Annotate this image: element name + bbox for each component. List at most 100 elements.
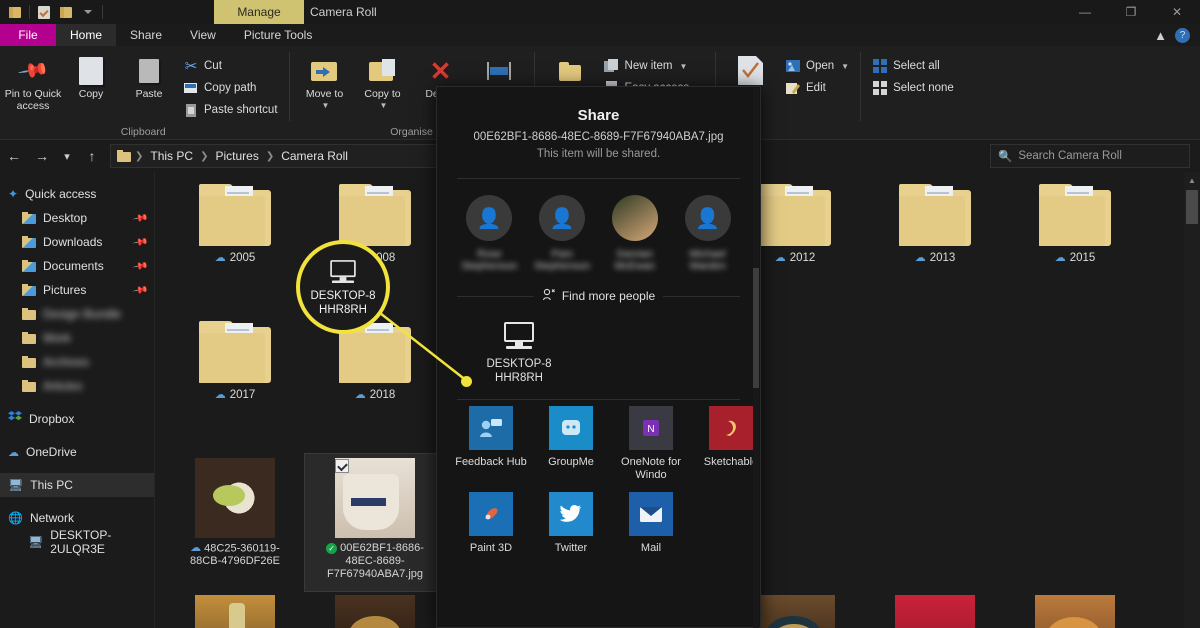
vertical-scrollbar[interactable]: ▲ bbox=[1184, 172, 1200, 628]
edit-button[interactable]: Edit bbox=[780, 77, 854, 99]
pin-icon[interactable]: 📌 bbox=[132, 282, 149, 298]
cut-button[interactable]: ✂ Cut bbox=[178, 55, 283, 77]
sidebar-item-folder-5[interactable]: Design Bundle bbox=[0, 302, 154, 326]
sidebar-item-pictures[interactable]: Pictures 📌 bbox=[0, 278, 154, 302]
sidebar-item-folder-6[interactable]: Work bbox=[0, 326, 154, 350]
properties-check-icon[interactable] bbox=[33, 1, 55, 23]
tab-view[interactable]: View bbox=[176, 24, 230, 46]
folder-label: 2005 bbox=[229, 251, 256, 264]
new-item-button[interactable]: New item ▼ bbox=[599, 55, 709, 77]
contact-item[interactable]: Damian McEwan bbox=[602, 195, 668, 272]
share-devices[interactable]: DESKTOP-8 HHR8RH bbox=[437, 304, 760, 385]
folder-item[interactable]: ☁ 2013 bbox=[865, 180, 1005, 317]
divider bbox=[102, 5, 103, 19]
tab-file[interactable]: File bbox=[0, 24, 56, 46]
folder-item[interactable]: ☁ 2005 bbox=[165, 180, 305, 317]
breadcrumb-this-pc[interactable]: This PC bbox=[147, 149, 196, 163]
sidebar-item-folder-8[interactable]: Articles bbox=[0, 374, 154, 398]
share-apps-row1[interactable]: Feedback Hub GroupMe N OneNote for Windo… bbox=[437, 400, 760, 482]
app-item-twitter[interactable]: Twitter bbox=[531, 492, 611, 555]
quick-access-toolbar[interactable] bbox=[0, 0, 106, 24]
file-item[interactable]: ☁0B9F11B4-E65E-48F8-8A14-F605C193D1F5.jp… bbox=[165, 591, 305, 628]
window-controls[interactable]: — ❐ ✕ bbox=[1062, 0, 1200, 24]
scrollbar-thumb[interactable] bbox=[753, 268, 759, 388]
folder-item[interactable]: ☁ 2018 bbox=[305, 317, 445, 454]
back-arrow-icon[interactable]: ← bbox=[0, 142, 28, 170]
ribbon-tab-strip[interactable]: File Home Share View Picture Tools ▲ ? bbox=[0, 24, 1200, 46]
up-arrow-icon[interactable]: ↑ bbox=[78, 142, 106, 170]
sidebar-item-quick-access[interactable]: ✦ Quick access bbox=[0, 182, 154, 206]
breadcrumb-camera-roll[interactable]: Camera Roll bbox=[278, 149, 351, 163]
folder-item[interactable]: ☁ 2017 bbox=[165, 317, 305, 454]
chevron-up-icon[interactable]: ▲ bbox=[1154, 28, 1167, 43]
minimize-button[interactable]: — bbox=[1062, 0, 1108, 24]
open-button[interactable]: Open ▼ bbox=[780, 55, 854, 77]
share-apps-row2[interactable]: Paint 3D Twitter Mail bbox=[437, 482, 760, 555]
paste-shortcut-button[interactable]: Paste shortcut bbox=[178, 99, 283, 121]
contact-item[interactable]: 👤 Michael Warden bbox=[675, 195, 741, 272]
file-item[interactable]: ☁0EAFA0F9-B2E3-424F-958C-55FD3889ABB3.jp… bbox=[1005, 591, 1145, 628]
maximize-button[interactable]: ❐ bbox=[1108, 0, 1154, 24]
selection-checkbox[interactable] bbox=[335, 459, 349, 473]
app-item-mail[interactable]: Mail bbox=[611, 492, 691, 555]
sidebar-item-this-pc[interactable]: 🖥 This PC bbox=[0, 473, 154, 497]
new-folder-icon[interactable] bbox=[55, 1, 77, 23]
help-icon[interactable]: ? bbox=[1175, 27, 1190, 43]
file-item-selected[interactable]: ✓ 00E62BF1-8686-48EC-8689-F7F67940ABA7.jp… bbox=[304, 453, 446, 592]
copy-button[interactable]: Copy bbox=[62, 52, 120, 100]
contact-item[interactable]: 👤 Rose Stephenson bbox=[456, 195, 522, 272]
file-item[interactable]: ☁0B682A30-991C-4306-A82A-D005EA8A0A26.jp… bbox=[305, 591, 445, 628]
sidebar-item-dropbox[interactable]: Dropbox bbox=[0, 407, 154, 431]
close-button[interactable]: ✕ bbox=[1154, 0, 1200, 24]
sidebar-item-folder-7[interactable]: Archives bbox=[0, 350, 154, 374]
tab-share[interactable]: Share bbox=[116, 24, 176, 46]
tab-manage[interactable]: Manage bbox=[214, 0, 304, 24]
folder-icon[interactable] bbox=[4, 1, 26, 23]
app-item-sketchable[interactable]: Sketchable bbox=[691, 406, 771, 482]
paste-button[interactable]: Paste bbox=[120, 52, 178, 100]
properties-button[interactable] bbox=[722, 52, 780, 88]
new-folder-button[interactable] bbox=[541, 52, 599, 88]
folder-item[interactable]: ☁ 2015 bbox=[1005, 180, 1145, 317]
device-item[interactable]: DESKTOP-8 HHR8RH bbox=[473, 322, 565, 385]
tab-home[interactable]: Home bbox=[56, 24, 117, 46]
share-flyout[interactable]: Share 00E62BF1-8686-48EC-8689-F7F67940AB… bbox=[436, 86, 761, 628]
app-item-feedback-hub[interactable]: Feedback Hub bbox=[451, 406, 531, 482]
copy-path-button[interactable]: Copy path bbox=[178, 77, 283, 99]
pin-icon[interactable]: 📌 bbox=[132, 210, 149, 226]
pin-icon[interactable]: 📌 bbox=[132, 258, 149, 274]
find-more-people-row[interactable]: Find more people bbox=[437, 288, 760, 304]
customize-caret-icon[interactable] bbox=[77, 1, 99, 23]
copy-to-button[interactable]: Copy to ▼ bbox=[354, 52, 412, 112]
contact-item[interactable]: 👤 Pam Stephenson bbox=[529, 195, 595, 272]
tab-picture-tools[interactable]: Picture Tools bbox=[230, 24, 326, 46]
sidebar-item-label: Network bbox=[29, 511, 74, 525]
sidebar-item-network[interactable]: 🌐 Network bbox=[0, 506, 154, 530]
file-item[interactable]: ☁ 48C25-360119-88CB-4796DF26E bbox=[165, 454, 305, 591]
sidebar-item-label: DESKTOP-2ULQR3E bbox=[50, 528, 112, 556]
sidebar-item-downloads[interactable]: Downloads 📌 bbox=[0, 230, 154, 254]
search-input[interactable]: 🔍 Search Camera Roll bbox=[990, 144, 1190, 168]
recent-locations-icon[interactable]: ▾ bbox=[56, 142, 78, 170]
scroll-up-icon[interactable]: ▲ bbox=[1184, 172, 1200, 188]
sidebar-item-desktop-2ulqr3e[interactable]: 🖥 DESKTOP-2ULQR3E bbox=[0, 528, 154, 556]
navigation-pane[interactable]: ✦ Quick access Desktop 📌 Downloads 📌 Doc… bbox=[0, 172, 155, 628]
sidebar-item-documents[interactable]: Documents 📌 bbox=[0, 254, 154, 278]
forward-arrow-icon[interactable]: → bbox=[28, 142, 56, 170]
pin-to-quick-access-button[interactable]: 📌 Pin to Quick access bbox=[4, 52, 62, 112]
scrollbar-thumb[interactable] bbox=[1186, 190, 1198, 224]
thumbnail bbox=[895, 595, 975, 628]
app-item-onenote[interactable]: N OneNote for Windo bbox=[611, 406, 691, 482]
file-item[interactable]: ☁👤0E6CEF90-F81D-4860-9A7C-D489C0A34633.j… bbox=[865, 591, 1005, 628]
move-to-button[interactable]: Move to ▼ bbox=[296, 52, 354, 112]
sidebar-item-desktop[interactable]: Desktop 📌 bbox=[0, 206, 154, 230]
sidebar-item-onedrive[interactable]: ☁ OneDrive bbox=[0, 440, 154, 464]
share-scrollbar[interactable] bbox=[753, 88, 759, 628]
app-item-paint3d[interactable]: Paint 3D bbox=[451, 492, 531, 555]
breadcrumb-pictures[interactable]: Pictures bbox=[212, 149, 261, 163]
app-item-groupme[interactable]: GroupMe bbox=[531, 406, 611, 482]
share-contacts[interactable]: 👤 Rose Stephenson 👤 Pam Stephenson Damia… bbox=[437, 179, 760, 272]
select-none-button[interactable]: Select none bbox=[867, 77, 959, 99]
select-all-button[interactable]: Select all bbox=[867, 55, 959, 77]
pin-icon[interactable]: 📌 bbox=[132, 234, 149, 250]
